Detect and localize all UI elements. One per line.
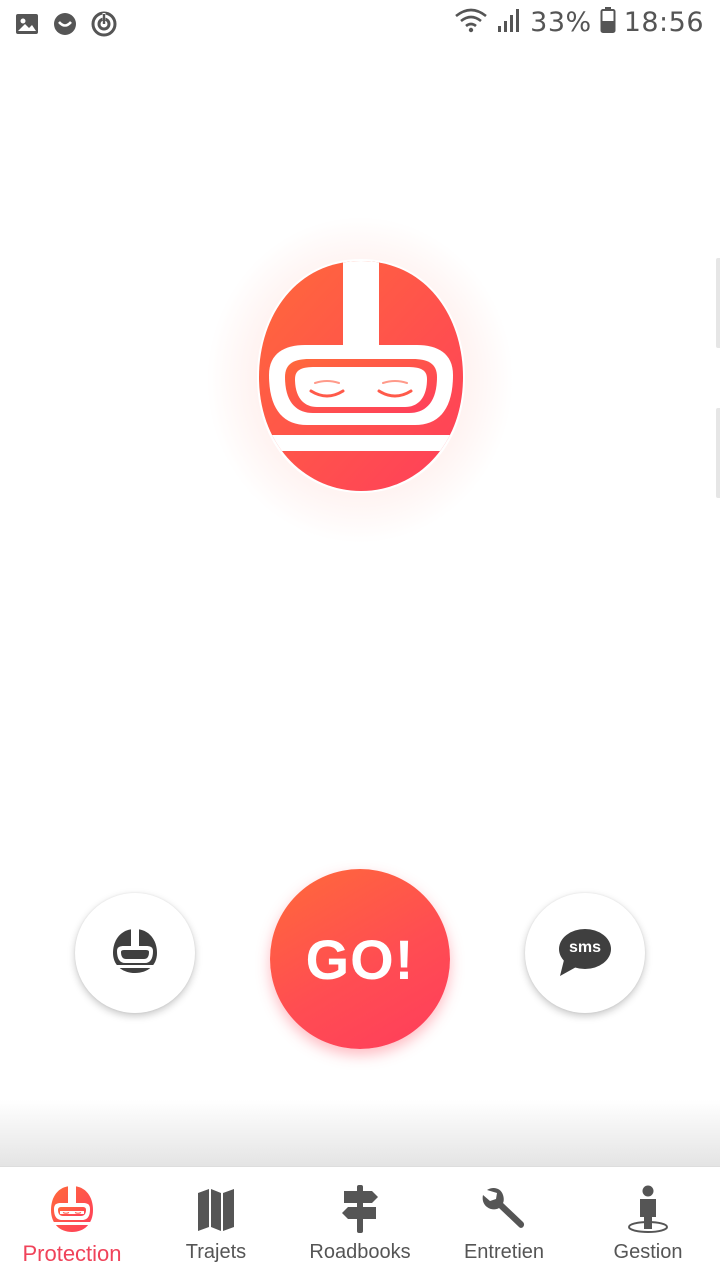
nav-item-entretien[interactable]: Entretien	[432, 1167, 576, 1280]
face-icon	[52, 11, 78, 42]
hero-helmet-icon	[255, 257, 467, 497]
bottom-fade	[0, 1100, 720, 1166]
nav-label: Roadbooks	[309, 1241, 411, 1263]
signpost-icon	[336, 1185, 384, 1233]
nav-item-trajets[interactable]: Trajets	[144, 1167, 288, 1280]
image-icon	[14, 11, 40, 42]
signal-icon	[496, 6, 522, 39]
battery-percent: 33%	[530, 7, 592, 38]
wifi-icon	[454, 6, 488, 39]
battery-icon	[600, 6, 616, 39]
helmet-icon	[48, 1185, 96, 1233]
nav-label: Gestion	[613, 1241, 683, 1263]
sync-icon	[90, 10, 118, 43]
status-bar: 33% 18:56	[0, 0, 720, 48]
clock: 18:56	[623, 7, 704, 38]
nav-item-protection[interactable]: Protection	[0, 1167, 144, 1280]
edge-marker	[716, 408, 720, 498]
nav-label: Entretien	[463, 1241, 545, 1263]
edge-marker	[716, 258, 720, 348]
helmet-mode-button[interactable]	[75, 893, 195, 1013]
nav-label: Protection	[22, 1241, 122, 1266]
bottom-navigation: Protection Trajets Roadbooks Entretien G…	[0, 1166, 720, 1280]
map-icon	[192, 1185, 240, 1233]
sms-button[interactable]: sms	[525, 893, 645, 1013]
sms-bubble-icon: sms	[558, 928, 612, 978]
go-button-label: GO!	[305, 927, 415, 991]
nav-item-gestion[interactable]: Gestion	[576, 1167, 720, 1280]
wrench-icon	[480, 1185, 528, 1233]
go-button[interactable]: GO!	[270, 869, 450, 1049]
helmet-icon	[111, 927, 159, 980]
person-icon	[624, 1185, 672, 1233]
nav-item-roadbooks[interactable]: Roadbooks	[288, 1167, 432, 1280]
sms-label: sms	[568, 939, 602, 956]
nav-label: Trajets	[185, 1241, 247, 1263]
